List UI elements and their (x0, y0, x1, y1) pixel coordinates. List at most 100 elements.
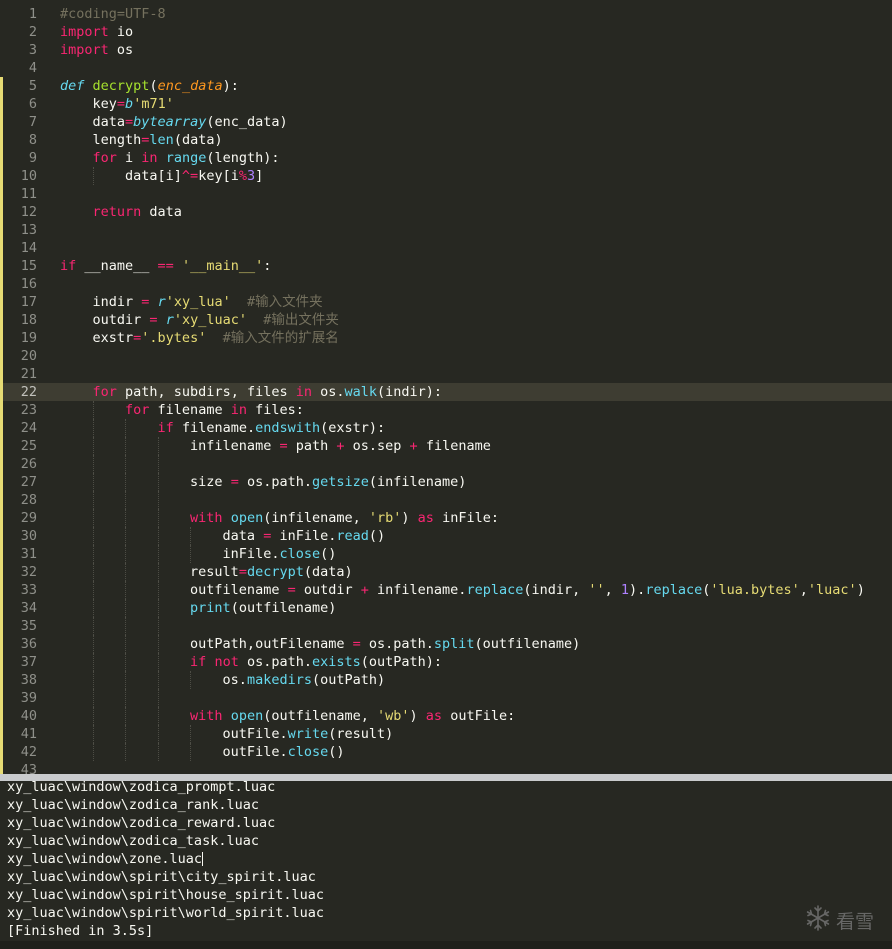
line-number: 1 (28, 6, 37, 22)
line-number: 6 (28, 96, 37, 112)
code-text: for filename in files: (125, 402, 304, 418)
code-line[interactable]: 21 (0, 365, 892, 383)
code-line[interactable]: 4 (0, 59, 892, 77)
code-line[interactable]: 16 (0, 275, 892, 293)
code-line[interactable]: 42 outFile.close() (0, 743, 892, 761)
code-text: with open(infilename, 'rb') as inFile: (190, 510, 499, 526)
line-number: 26 (20, 456, 37, 472)
indent-guide (125, 455, 127, 473)
indent-guide (92, 491, 94, 509)
code-line[interactable]: 23 for filename in files: (0, 401, 892, 419)
code-line[interactable]: 43 (0, 761, 892, 774)
code-line[interactable]: 15 if __name__ == '__main__': (0, 257, 892, 275)
watermark: 看雪 (804, 904, 874, 937)
code-line[interactable]: 34 print(outfilename) (0, 599, 892, 617)
code-line[interactable]: 25 infilename = path + os.sep + filename (0, 437, 892, 455)
line-number: 14 (20, 240, 37, 256)
code-text: if __name__ == '__main__': (60, 258, 272, 274)
code-line[interactable]: 26 (0, 455, 892, 473)
build-finished-status: [Finished in 3.5s] (7, 923, 154, 939)
line-number: 15 (20, 258, 37, 274)
code-line[interactable]: 1 #coding=UTF-8 (0, 5, 892, 23)
code-line[interactable]: 20 (0, 347, 892, 365)
code-line[interactable]: 27 size = os.path.getsize(infilename) (0, 473, 892, 491)
code-line[interactable]: 30 data = inFile.read() (0, 527, 892, 545)
line-number: 30 (20, 528, 37, 544)
line-number: 12 (20, 204, 37, 220)
line-number: 11 (20, 186, 37, 202)
code-line[interactable]: 41 outFile.write(result) (0, 725, 892, 743)
code-line[interactable]: 17 indir = r'xy_lua' #输入文件夹 (0, 293, 892, 311)
code-text: size = os.path.getsize(infilename) (60, 474, 467, 490)
code-text: outdir = r'xy_luac' #输出文件夹 (60, 312, 339, 328)
code-text: import io (60, 24, 134, 40)
code-line[interactable]: 11 (0, 185, 892, 203)
line-number: 35 (20, 618, 37, 634)
code-text: if not os.path.exists(outPath): (190, 654, 443, 670)
line-number: 3 (28, 42, 37, 58)
code-text: infilename = path + os.sep + filename (60, 438, 491, 454)
code-text: outFile.close() (60, 744, 345, 760)
code-line[interactable]: 19 exstr='.bytes' #输入文件的扩展名 (0, 329, 892, 347)
code-text: #coding=UTF-8 (60, 6, 166, 22)
code-line[interactable]: 18 outdir = r'xy_luac' #输出文件夹 (0, 311, 892, 329)
code-line[interactable]: 12 return data (0, 203, 892, 221)
build-output-panel[interactable]: xy_luac\window\zodica_prompt.luac xy_luac… (0, 779, 892, 949)
output-line: xy_luac\window\zodica_prompt.luac (7, 779, 276, 795)
line-number: 36 (20, 636, 37, 652)
snowflake-icon (804, 904, 832, 937)
code-line[interactable]: 10 data[i]^=key[i%3] (0, 167, 892, 185)
line-number: 4 (28, 60, 37, 76)
code-line[interactable]: 29 with open(infilename, 'rb') as inFile… (0, 509, 892, 527)
code-line[interactable]: 14 (0, 239, 892, 257)
line-number: 25 (20, 438, 37, 454)
code-line[interactable]: 39 (0, 689, 892, 707)
code-editor[interactable]: 1 #coding=UTF-8 2 import io 3 import os 4 5 def … (0, 0, 892, 774)
code-text: outPath,outFilename = os.path.split(outf… (60, 636, 581, 652)
output-line: xy_luac\window\spirit\city_spirit.luac (7, 869, 316, 885)
line-number: 9 (28, 150, 37, 166)
code-line[interactable]: 32 result=decrypt(data) (0, 563, 892, 581)
line-number: 19 (20, 330, 37, 346)
code-line[interactable]: 28 (0, 491, 892, 509)
code-line[interactable]: 40 with open(outfilename, 'wb') as outFi… (0, 707, 892, 725)
code-text: def decrypt(enc_data): (60, 78, 239, 94)
line-number: 41 (20, 726, 37, 742)
line-number: 16 (20, 276, 37, 292)
line-number: 37 (20, 654, 37, 670)
output-line: xy_luac\window\zodica_reward.luac (7, 815, 276, 831)
code-line[interactable]: 31 inFile.close() (0, 545, 892, 563)
code-text: indir = r'xy_lua' #输入文件夹 (60, 294, 323, 310)
output-line: xy_luac\window\spirit\house_spirit.luac (7, 887, 324, 903)
line-number: 33 (20, 582, 37, 598)
code-line[interactable]: 37 if not os.path.exists(outPath): (0, 653, 892, 671)
watermark-text: 看雪 (835, 911, 874, 933)
indent-guide (125, 617, 127, 635)
code-text: import os (60, 42, 134, 58)
code-line[interactable]: 35 (0, 617, 892, 635)
output-line: xy_luac\window\zodica_rank.luac (7, 797, 259, 813)
code-line[interactable]: 33 outfilename = outdir + infilename.rep… (0, 581, 892, 599)
line-number: 24 (20, 420, 37, 436)
indent-guide (157, 455, 159, 473)
code-line[interactable]: 2 import io (0, 23, 892, 41)
line-number: 7 (28, 114, 37, 130)
code-line[interactable]: 8 length=len(data) (0, 131, 892, 149)
code-text: outFile.write(result) (60, 726, 394, 742)
code-line[interactable]: 36 outPath,outFilename = os.path.split(o… (0, 635, 892, 653)
code-line[interactable]: 24 if filename.endswith(exstr): (0, 419, 892, 437)
code-line[interactable]: 5 def decrypt(enc_data): (0, 77, 892, 95)
code-line[interactable]: 9 for i in range(length): (0, 149, 892, 167)
code-line[interactable]: 38 os.makedirs(outPath) (0, 671, 892, 689)
line-number: 5 (28, 78, 37, 94)
output-line: xy_luac\window\spirit\world_spirit.luac (7, 905, 324, 921)
code-line[interactable]: 3 import os (0, 41, 892, 59)
code-line[interactable]: 13 (0, 221, 892, 239)
code-text: inFile.close() (60, 546, 337, 562)
line-number: 18 (20, 312, 37, 328)
indent-guide (157, 491, 159, 509)
code-text: outfilename = outdir + infilename.replac… (60, 582, 865, 598)
code-line[interactable]: 7 data=bytearray(enc_data) (0, 113, 892, 131)
code-line[interactable]: 22 for path, subdirs, files in os.walk(i… (0, 383, 892, 401)
code-line[interactable]: 6 key=b'm71' (0, 95, 892, 113)
